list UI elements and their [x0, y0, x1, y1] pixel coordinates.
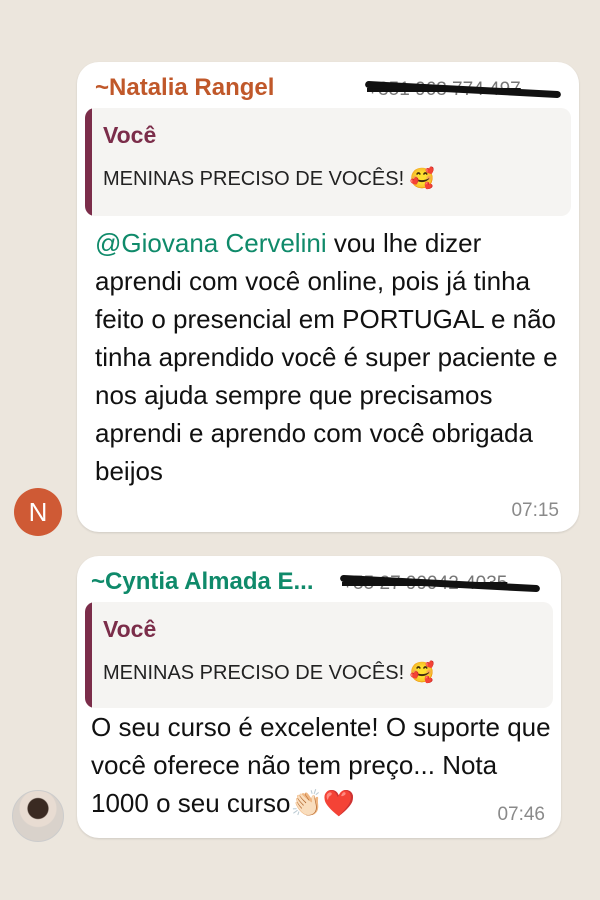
quote-author: Você	[103, 122, 157, 148]
message-bubble[interactable]: ~Cyntia Almada E... +55 27 99942-4035 Vo…	[77, 556, 561, 838]
message-time: 07:46	[497, 804, 545, 825]
quote-text: MENINAS PRECISO DE VOCÊS! 🥰	[103, 168, 435, 190]
message-text: @Giovana Cervelini vou lhe dizer aprendi…	[95, 224, 565, 490]
quote-text: MENINAS PRECISO DE VOCÊS! 🥰	[103, 662, 435, 684]
quote-author: Você	[103, 616, 157, 642]
quote-accent-bar	[85, 108, 92, 216]
sender-name[interactable]: ~Natalia Rangel	[95, 74, 274, 102]
message-time: 07:15	[511, 500, 559, 521]
sender-name[interactable]: ~Cyntia Almada E...	[91, 568, 314, 596]
quoted-message[interactable]: Você MENINAS PRECISO DE VOCÊS! 🥰	[85, 108, 571, 216]
avatar[interactable]	[12, 790, 64, 842]
message-bubble[interactable]: ~Natalia Rangel +351 963 774 497 Você ME…	[77, 62, 579, 532]
message-body: vou lhe dizer aprendi com você online, p…	[95, 228, 558, 486]
avatar[interactable]: N	[14, 488, 62, 536]
mention-link[interactable]: @Giovana Cervelini	[95, 228, 327, 258]
quote-accent-bar	[85, 602, 92, 708]
quoted-message[interactable]: Você MENINAS PRECISO DE VOCÊS! 🥰	[85, 602, 553, 708]
message-text: O seu curso é excelente! O suporte que v…	[91, 712, 551, 818]
